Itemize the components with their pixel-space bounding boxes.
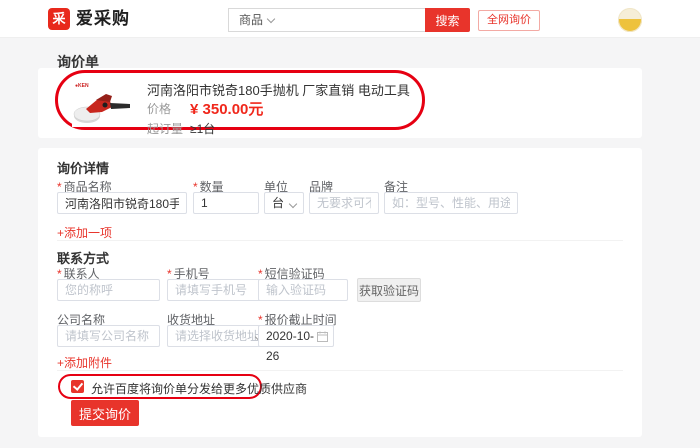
price-value: ¥ 350.00元: [190, 98, 263, 119]
inquiry-form-card: 询价详情 商品名称 数量 单位 品牌 备注 台 +添加一项 联系方式 联系人 手…: [38, 148, 642, 437]
detail-section-title: 询价详情: [57, 158, 109, 177]
deadline-date-input[interactable]: 2020-10-26: [258, 325, 334, 347]
distribute-checkbox[interactable]: [71, 380, 84, 393]
product-image: ●KEN: [72, 79, 134, 127]
distribute-checkbox-label: 允许百度将询价单分发给更多优质供应商: [91, 380, 307, 397]
divider: [57, 240, 623, 241]
product-card: ●KEN 河南洛阳市锐奇180手抛机 厂家直销 电动工具 价格 ¥ 350.00…: [38, 68, 642, 138]
quote-all-button[interactable]: 全网询价: [478, 10, 540, 31]
unit-select[interactable]: 台: [264, 192, 304, 214]
unit-select-value: 台: [272, 196, 284, 210]
product-title[interactable]: 河南洛阳市锐奇180手抛机 厂家直销 电动工具: [147, 80, 410, 99]
deadline-date-value: 2020-10-26: [266, 329, 314, 363]
brand-input[interactable]: [309, 192, 379, 214]
logo-icon[interactable]: 采: [48, 8, 70, 30]
search-category-label: 商品: [239, 13, 263, 27]
search-input[interactable]: 商品: [228, 8, 425, 32]
sms-code-input[interactable]: [258, 279, 348, 301]
chevron-down-icon: [289, 200, 297, 208]
search-category-dropdown[interactable]: 商品: [239, 9, 274, 31]
chevron-down-icon: [267, 15, 275, 23]
phone-input[interactable]: [167, 279, 270, 301]
logo-text[interactable]: 爱采购: [76, 0, 130, 38]
get-code-button[interactable]: 获取验证码: [357, 278, 421, 302]
moq-label: 起订量: [147, 120, 183, 137]
calendar-icon: [317, 331, 328, 342]
divider: [57, 370, 623, 371]
address-select-placeholder: 请选择收货地址: [175, 329, 259, 343]
contact-input[interactable]: [57, 279, 160, 301]
search-button[interactable]: 搜索: [425, 8, 470, 32]
remark-input[interactable]: [384, 192, 518, 214]
price-label: 价格: [147, 100, 171, 117]
svg-text:●KEN: ●KEN: [75, 83, 89, 89]
top-header: 采 爱采购 商品 搜索 全网询价: [0, 0, 700, 38]
moq-value: ≥1台: [190, 120, 215, 137]
address-select[interactable]: 请选择收货地址: [167, 325, 270, 347]
company-input[interactable]: [57, 325, 160, 347]
user-avatar[interactable]: [618, 8, 642, 32]
add-item-link[interactable]: +添加一项: [57, 224, 112, 241]
add-attachment-link[interactable]: +添加附件: [57, 354, 112, 371]
product-name-input[interactable]: [57, 192, 187, 214]
submit-inquiry-button[interactable]: 提交询价: [71, 400, 139, 426]
quantity-input[interactable]: [193, 192, 259, 214]
